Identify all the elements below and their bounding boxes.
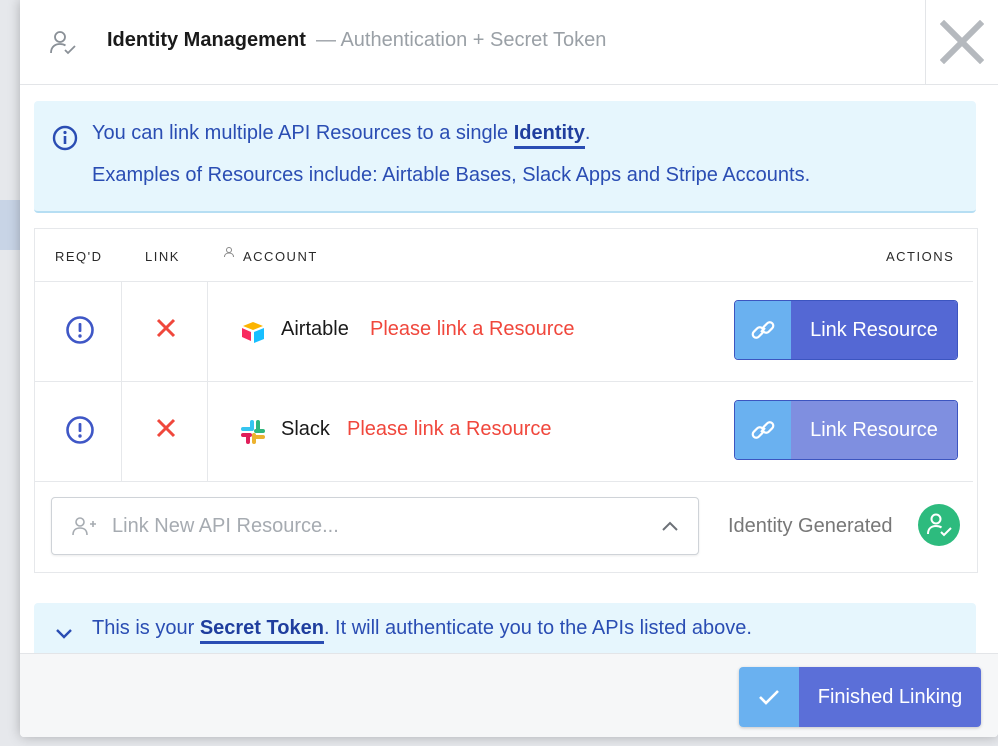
link-new-resource-select[interactable]: [51, 497, 699, 555]
link-icon-area: [735, 401, 791, 459]
check-icon-area: [739, 667, 799, 727]
chevron-up-icon[interactable]: [660, 516, 680, 536]
info-icon: [52, 125, 78, 151]
background-sidebar-fragment: [0, 200, 20, 250]
modal-footer: Finished Linking: [20, 653, 998, 737]
modal-title: Identity Management: [107, 29, 306, 51]
identity-highlight: Identity: [513, 122, 585, 149]
header-actions: ACTIONS: [886, 249, 955, 264]
link-new-resource-input[interactable]: [110, 510, 634, 542]
link-resource-label: Link Resource: [791, 401, 957, 459]
link-resource-button[interactable]: Link Resource: [734, 400, 958, 460]
account-status: Please link a Resource: [347, 418, 552, 440]
link-icon: [751, 321, 775, 339]
modal-header: Identity Management — Authentication + S…: [20, 0, 998, 85]
info-banner: You can link multiple API Resources to a…: [34, 101, 976, 213]
info-text: You can link multiple API Resources to a…: [92, 122, 514, 144]
info-text-suffix: .: [584, 122, 591, 144]
user-small-icon: [224, 247, 234, 258]
secret-prefix: This is your: [92, 617, 200, 639]
link-resource-button[interactable]: Link Resource: [734, 300, 958, 360]
link-status-cell: [121, 282, 208, 382]
info-line-1: You can link multiple API Resources to a…: [92, 122, 591, 149]
user-check-icon: [50, 31, 76, 55]
identity-modal: Identity Management — Authentication + S…: [20, 0, 998, 737]
airtable-logo-icon: [242, 322, 264, 343]
header-link: LINK: [145, 249, 180, 264]
x-mark-icon: [156, 418, 176, 438]
close-icon: [940, 20, 984, 64]
link-new-row: Identity Generated: [35, 481, 973, 572]
info-line-2: Examples of Resources include: Airtable …: [92, 164, 811, 186]
x-mark-icon: [156, 318, 176, 338]
secret-token-text: This is your Secret Token. It will authe…: [92, 617, 752, 644]
required-cell: [35, 282, 122, 382]
identity-generated-badge: [918, 504, 960, 546]
modal-subtitle: — Authentication + Secret Token: [316, 29, 607, 51]
header-required: REQ'D: [55, 249, 103, 264]
chevron-down-icon[interactable]: [54, 623, 74, 643]
header-account: ACCOUNT: [243, 249, 318, 264]
required-cell: [35, 382, 122, 482]
user-plus-icon: [72, 517, 96, 536]
account-name: Slack: [281, 418, 330, 440]
user-check-icon: [927, 513, 952, 537]
link-status-cell: [121, 382, 208, 482]
link-icon-area: [735, 301, 791, 359]
table-row: Slack Please link a Resource Link Resour…: [35, 381, 973, 482]
check-icon: [759, 690, 779, 705]
exclamation-circle-icon: [66, 316, 94, 344]
finished-linking-button[interactable]: Finished Linking: [739, 667, 981, 727]
exclamation-circle-icon: [66, 416, 94, 444]
secret-token-highlight: Secret Token: [199, 617, 324, 644]
resources-table: REQ'D LINK ACCOUNT ACTIONS Airtable Plea…: [34, 228, 978, 573]
account-name: Airtable: [281, 318, 349, 340]
finished-linking-label: Finished Linking: [799, 667, 981, 727]
table-row: Airtable Please link a Resource Link Res…: [35, 281, 973, 382]
secret-suffix: . It will authenticate you to the APIs l…: [323, 617, 752, 639]
link-resource-label: Link Resource: [791, 301, 957, 359]
slack-logo-icon: [241, 420, 265, 444]
link-icon: [751, 421, 775, 439]
close-button[interactable]: [925, 0, 998, 84]
account-status: Please link a Resource: [370, 318, 575, 340]
identity-generated-label: Identity Generated: [728, 515, 893, 537]
